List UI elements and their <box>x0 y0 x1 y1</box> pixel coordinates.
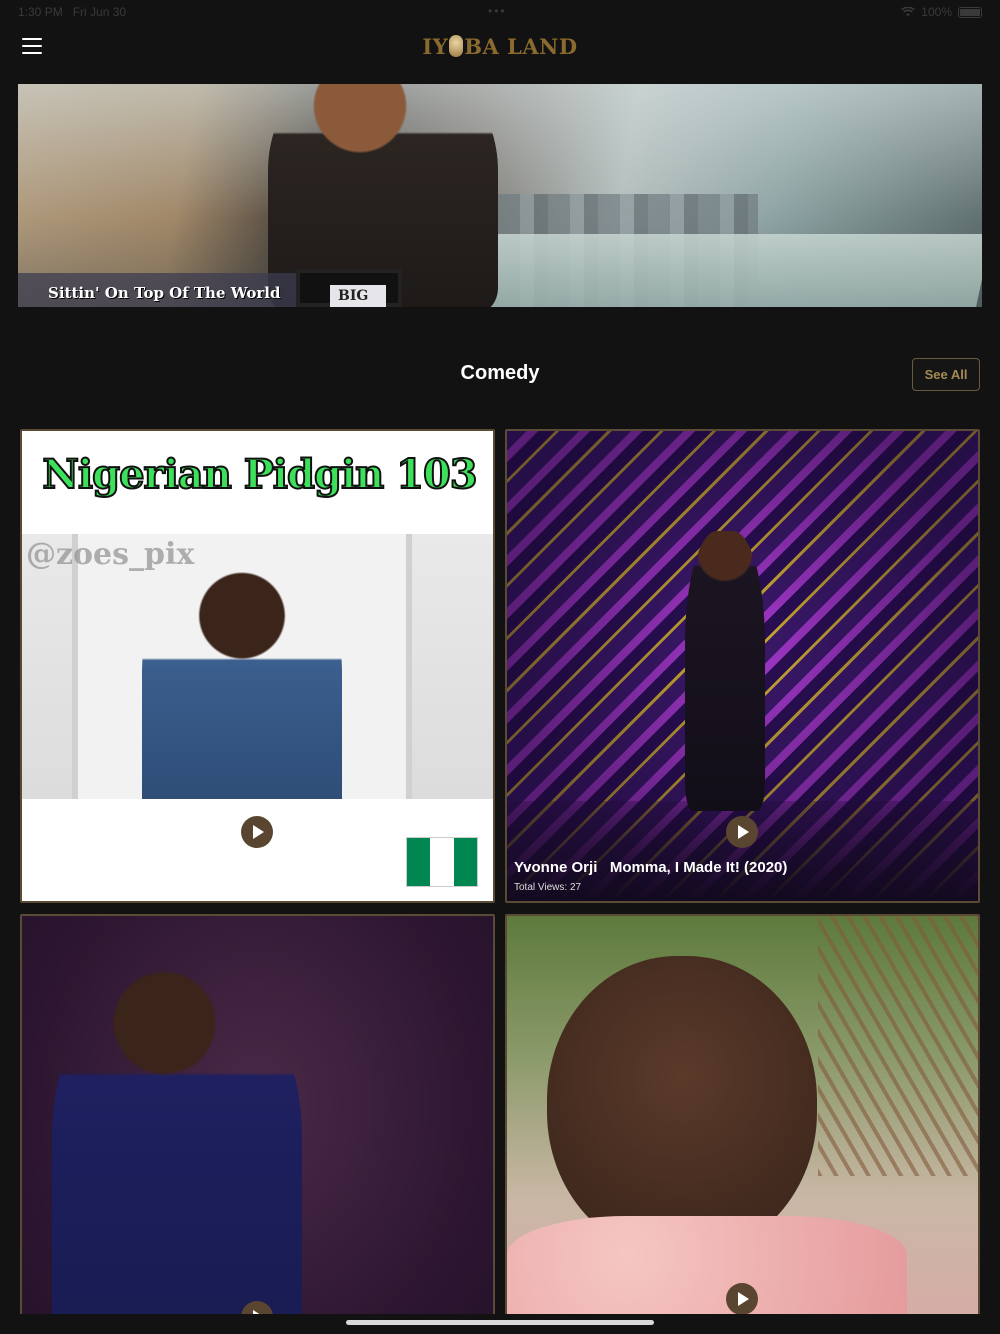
card-meta: Yvonne Orji Momma, I Made It! (2020) Tot… <box>514 859 787 893</box>
video-card-comedy-skit[interactable] <box>505 914 980 1334</box>
battery-icon <box>958 6 982 18</box>
play-icon[interactable] <box>726 816 758 848</box>
thumbnail-watermark: @zoes_pix <box>26 537 195 572</box>
thumbnail-image <box>547 956 817 1256</box>
status-time-text: 1:30 PM <box>18 5 63 19</box>
status-bar: 1:30 PM Fri Jun 30 ••• 100% <box>0 0 1000 24</box>
hero-tag-box: BIG <box>296 269 402 307</box>
hero-caption: Sittin' On Top Of The World <box>18 273 296 307</box>
thumbnail-banner-text: Nigerian Pidgin 103 <box>41 450 478 499</box>
logo-text-left: IY <box>422 34 449 59</box>
see-all-button[interactable]: See All <box>912 358 980 391</box>
thumbnail-image <box>52 966 302 1334</box>
logo-text-right: BA LAND <box>464 34 578 59</box>
app-header: IY BA LAND <box>0 24 1000 84</box>
battery-percent: 100% <box>921 5 952 19</box>
play-icon[interactable] <box>726 1283 758 1315</box>
hero-tag-text: BIG <box>330 285 386 307</box>
video-views: Total Views: 27 <box>514 882 582 893</box>
section-title: Comedy <box>460 362 540 384</box>
status-indicators: 100% <box>901 5 982 19</box>
status-time: 1:30 PM Fri Jun 30 <box>18 5 126 19</box>
home-indicator[interactable] <box>346 1320 654 1325</box>
logo-mask-icon <box>449 35 464 57</box>
thumbnail-image <box>22 534 493 799</box>
app-logo[interactable]: IY BA LAND <box>0 34 1000 59</box>
video-card-nigerian-pidgin[interactable]: Nigerian Pidgin 103 @zoes_pix <box>20 429 495 903</box>
video-card-comedian-mic[interactable] <box>20 914 495 1334</box>
hero-car-image <box>448 234 982 307</box>
wifi-icon <box>901 7 916 17</box>
status-date-text: Fri Jun 30 <box>72 5 127 19</box>
video-card-yvonne-orji[interactable]: Yvonne Orji Momma, I Made It! (2020) Tot… <box>505 429 980 903</box>
thumbnail-image <box>685 531 765 811</box>
nigeria-flag-icon <box>406 837 478 887</box>
multitasking-dots[interactable]: ••• <box>488 4 507 18</box>
featured-video-banner[interactable]: Sittin' On Top Of The World BIG <box>18 84 982 307</box>
play-icon[interactable] <box>241 816 273 848</box>
video-title: Yvonne Orji Momma, I Made It! (2020) <box>514 859 788 876</box>
